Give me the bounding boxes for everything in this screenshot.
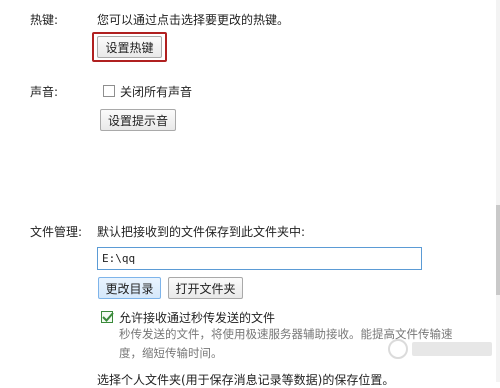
hotkey-hint: 您可以通过点击选择要更改的热键。 (97, 13, 290, 27)
fast-transfer-label[interactable]: 允许接收通过秒传发送的文件 (119, 309, 275, 326)
mute-all-label[interactable]: 关闭所有声音 (120, 83, 192, 100)
fast-transfer-checkbox[interactable] (101, 311, 114, 323)
scrollbar-thumb[interactable] (496, 205, 500, 295)
fast-transfer-description: 秒传发送的文件，将使用极速服务器辅助接收。能提高文件传输速 度，缩短传输时间。 (119, 325, 453, 363)
save-path-value: E:\qq (102, 252, 136, 265)
open-folder-button[interactable]: 打开文件夹 (168, 277, 243, 299)
change-directory-button[interactable]: 更改目录 (98, 277, 161, 299)
save-path-input[interactable]: E:\qq (97, 247, 422, 270)
set-hotkey-button[interactable]: 设置热键 (97, 36, 162, 58)
sound-label: 声音: (30, 85, 59, 99)
watermark-logo (388, 339, 492, 359)
personal-folder-hint: 选择个人文件夹(用于保存消息记录等数据)的保存位置。 (97, 373, 395, 387)
file-management-label: 文件管理: (30, 225, 83, 239)
file-save-hint: 默认把接收到的文件保存到此文件夹中: (97, 225, 306, 239)
hotkey-label: 热键: (30, 13, 59, 27)
fast-transfer-desc-line1: 秒传发送的文件，将使用极速服务器辅助接收。能提高文件传输速 (119, 327, 453, 341)
set-sound-button[interactable]: 设置提示音 (100, 109, 176, 131)
mute-all-checkbox[interactable] (103, 85, 115, 97)
scrollbar-track[interactable] (496, 0, 500, 382)
fast-transfer-desc-line2: 度，缩短传输时间。 (119, 346, 223, 360)
checkmark-icon (102, 312, 114, 322)
